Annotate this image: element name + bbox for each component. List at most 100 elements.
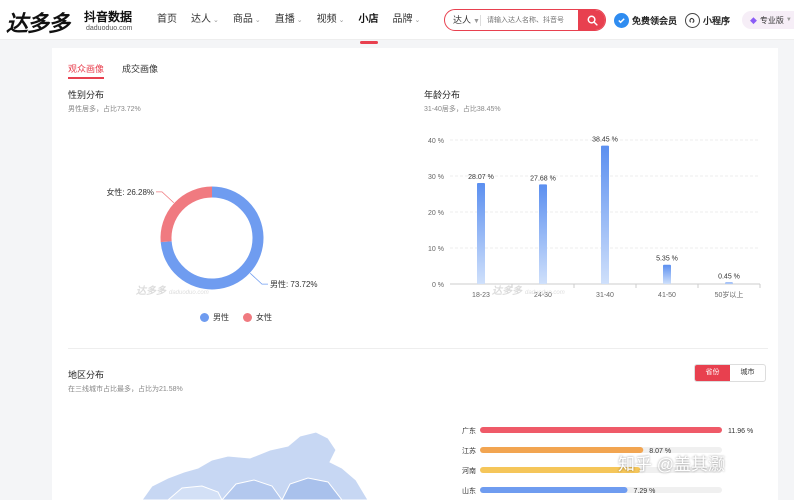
chevron-down-icon: ▼ [473, 18, 480, 25]
site-logo[interactable]: 达多多 抖音数据 daduoduo.com [6, 4, 136, 37]
region-subtitle: 在三线城市占比最多，占比为21.58% [68, 386, 183, 393]
y-tick-label: 30 % [428, 174, 444, 181]
nav-item-0[interactable]: 首页 [150, 0, 184, 40]
region-data-label-3: 7.29 % [634, 488, 656, 495]
age-bar-2 [601, 145, 609, 284]
age-bar-chart: 0 %10 %20 %30 %40 %28.07 %18-2327.68 %24… [428, 137, 761, 299]
region-label-3: 山东 [462, 486, 476, 495]
search-icon [587, 15, 598, 26]
region-bar-0 [480, 427, 722, 433]
search-type-select[interactable]: 达人 ▼ [453, 10, 480, 30]
free-member-label: 免费领会员 [632, 15, 678, 26]
female-dot-icon [243, 313, 252, 322]
x-tick-label-0: 18-23 [472, 292, 490, 299]
region-label-0: 广东 [462, 426, 476, 435]
age-bar-0 [477, 182, 485, 284]
nav-item-2[interactable]: 商品 ⌄ [226, 0, 268, 40]
tab-audience-profile[interactable]: 观众画像 [68, 62, 105, 79]
pro-label: 专业版 [759, 15, 784, 25]
donut-slice-1 [160, 186, 213, 243]
free-member-button[interactable]: 免费领会员 [614, 11, 677, 29]
toggle-city[interactable]: 城市 [730, 365, 765, 381]
gender-legend: 男性 女性 [200, 312, 272, 323]
age-title: 年龄分布 [424, 90, 461, 100]
nav-item-6[interactable]: 品牌 ⌄ [386, 0, 428, 40]
age-subtitle: 31-40居多，占比38.45% [424, 106, 501, 113]
chevron-down-icon: ⌄ [338, 17, 345, 24]
gender-subtitle: 男性居多，占比73.72% [68, 106, 141, 113]
chevron-down-icon: ⌄ [254, 17, 261, 24]
region-title: 地区分布 [68, 370, 105, 380]
watermark-logo: 达多多 [136, 286, 166, 297]
donut-leader-1 [156, 191, 175, 204]
legend-item-female[interactable]: 女性 [243, 312, 272, 323]
chevron-down-icon: ▼ [785, 17, 792, 23]
nav-item-label: 商品 [232, 14, 253, 25]
age-bar-1 [539, 184, 547, 284]
logo-domain: daduoduo.com [86, 25, 133, 32]
region-label-1: 江苏 [462, 446, 476, 455]
mini-program-label: 小程序 [703, 15, 731, 26]
logo-text: 达多多 [6, 12, 70, 37]
search-box: 达人 ▼ [444, 9, 606, 31]
watermark-domain: daduoduo.com [169, 290, 209, 296]
mini-program-button[interactable]: 小程序 [685, 11, 730, 29]
legend-female-label: 女性 [256, 313, 272, 322]
y-tick-label: 20 % [428, 210, 444, 217]
chevron-down-icon: ⌄ [414, 17, 421, 24]
tab-deal-profile[interactable]: 成交画像 [122, 62, 158, 79]
region-data-label-0: 11.96 % [728, 428, 753, 435]
legend-item-male[interactable]: 男性 [200, 312, 229, 323]
region-toggle: 省份 城市 [694, 364, 766, 382]
x-tick-label-3: 41-50 [658, 292, 676, 299]
nav-item-3[interactable]: 直播 ⌄ [268, 0, 310, 40]
region-bar-3 [480, 487, 628, 493]
main-nav: 首页 达人 ⌄ 商品 ⌄ 直播 ⌄ 视频 ⌄ 小店 品牌 ⌄ [150, 0, 428, 44]
region-bar-2 [480, 467, 641, 473]
nav-item-label: 首页 [157, 14, 177, 25]
diamond-icon: ◆ [750, 14, 757, 25]
donut-label-0: 男性: 73.72% [270, 279, 318, 289]
donut-leader-0 [249, 272, 268, 285]
toggle-province[interactable]: 省份 [695, 365, 730, 381]
donut-label-1: 女性: 26.28% [106, 187, 154, 197]
nav-item-label: 视频 [316, 14, 337, 25]
zhihu-watermark: 知乎 @盖其灏 [618, 455, 725, 474]
nav-item-label: 小店 [358, 14, 379, 25]
profile-subtabs: 观众画像 成交画像 [68, 62, 158, 79]
china-map[interactable] [132, 428, 392, 500]
search-type-label: 达人 [453, 15, 472, 25]
chart-watermark: 达多多 daduoduo.com [136, 282, 209, 297]
top-navigation-bar: 达多多 抖音数据 daduoduo.com 首页 达人 ⌄ 商品 ⌄ 直播 ⌄ 视频 ⌄ 小店 品牌… [0, 0, 794, 44]
chevron-down-icon: ⌄ [213, 17, 219, 24]
mini-program-icon [685, 12, 700, 28]
watermark-domain: daduoduo.com [525, 290, 565, 296]
x-tick-label-4: 50岁以上 [715, 290, 744, 299]
y-tick-label: 40 % [428, 138, 444, 145]
region-label-2: 河南 [462, 466, 476, 475]
nav-item-label: 品牌 [392, 14, 413, 25]
search-divider [480, 15, 481, 26]
pro-version-button[interactable]: ◆ 专业版 ▼ [742, 11, 794, 29]
logo-subtitle: 抖音数据 [84, 10, 133, 24]
gender-title: 性别分布 [68, 90, 105, 100]
age-data-label-1: 27.68 % [530, 175, 556, 182]
legend-male-label: 男性 [213, 313, 229, 322]
audience-profile-card: 观众画像 成交画像 性别分布 男性居多，占比73.72% 男性: 73.72% 女… [52, 48, 778, 500]
search-input[interactable] [487, 12, 579, 28]
age-data-label-4: 0.45 % [718, 273, 740, 280]
member-icon [614, 12, 629, 28]
nav-item-4[interactable]: 视频 ⌄ [310, 0, 352, 40]
age-data-label-0: 28.07 % [468, 174, 494, 181]
nav-item-label: 直播 [274, 14, 295, 25]
nav-item-1[interactable]: 达人 ⌄ [184, 0, 226, 40]
search-button[interactable] [578, 10, 605, 30]
age-bar-4 [725, 282, 733, 284]
nav-item-5[interactable]: 小店 [352, 0, 386, 44]
nav-item-label: 达人 [191, 14, 211, 25]
gender-donut-chart: 男性: 73.72% 女性: 26.28% [106, 186, 318, 290]
watermark-logo: 达多多 [492, 286, 522, 297]
section-divider [68, 348, 768, 349]
chevron-down-icon: ⌄ [296, 17, 303, 24]
chart-watermark: 达多多 daduoduo.com [492, 282, 565, 297]
